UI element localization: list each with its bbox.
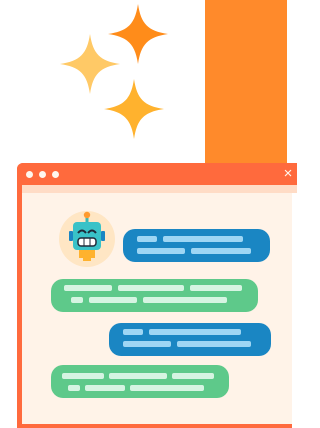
- sparkle-icon: [104, 79, 164, 139]
- window-dot[interactable]: [39, 171, 46, 178]
- window-dot[interactable]: [26, 171, 33, 178]
- bot-message-bubble[interactable]: [51, 365, 229, 398]
- user-message-bubble[interactable]: [109, 323, 271, 356]
- text-placeholder-line: [177, 341, 251, 347]
- text-placeholder-line: [172, 373, 214, 379]
- text-placeholder-line: [118, 285, 184, 291]
- text-placeholder-line: [68, 385, 80, 391]
- close-icon[interactable]: ×: [281, 166, 295, 182]
- robot-avatar-icon: [59, 211, 115, 267]
- text-placeholder-line: [191, 248, 251, 254]
- text-placeholder-line: [85, 385, 125, 391]
- text-placeholder-line: [149, 329, 241, 335]
- text-placeholder-line: [62, 373, 104, 379]
- orange-background-panel: [205, 0, 287, 190]
- text-placeholder-line: [123, 341, 171, 347]
- text-placeholder-line: [71, 297, 83, 303]
- text-placeholder-line: [143, 297, 227, 303]
- text-placeholder-line: [89, 297, 137, 303]
- text-placeholder-line: [130, 385, 204, 391]
- chat-window: ×: [17, 163, 297, 428]
- text-placeholder-line: [64, 285, 112, 291]
- user-message-bubble[interactable]: [123, 229, 270, 262]
- text-placeholder-line: [163, 236, 243, 242]
- text-placeholder-line: [137, 248, 185, 254]
- window-dot[interactable]: [52, 171, 59, 178]
- bot-message-bubble[interactable]: [51, 279, 258, 312]
- text-placeholder-line: [123, 329, 143, 335]
- window-subbar: [22, 185, 297, 193]
- text-placeholder-line: [137, 236, 157, 242]
- text-placeholder-line: [190, 285, 242, 291]
- window-titlebar: ×: [17, 163, 297, 185]
- text-placeholder-line: [109, 373, 167, 379]
